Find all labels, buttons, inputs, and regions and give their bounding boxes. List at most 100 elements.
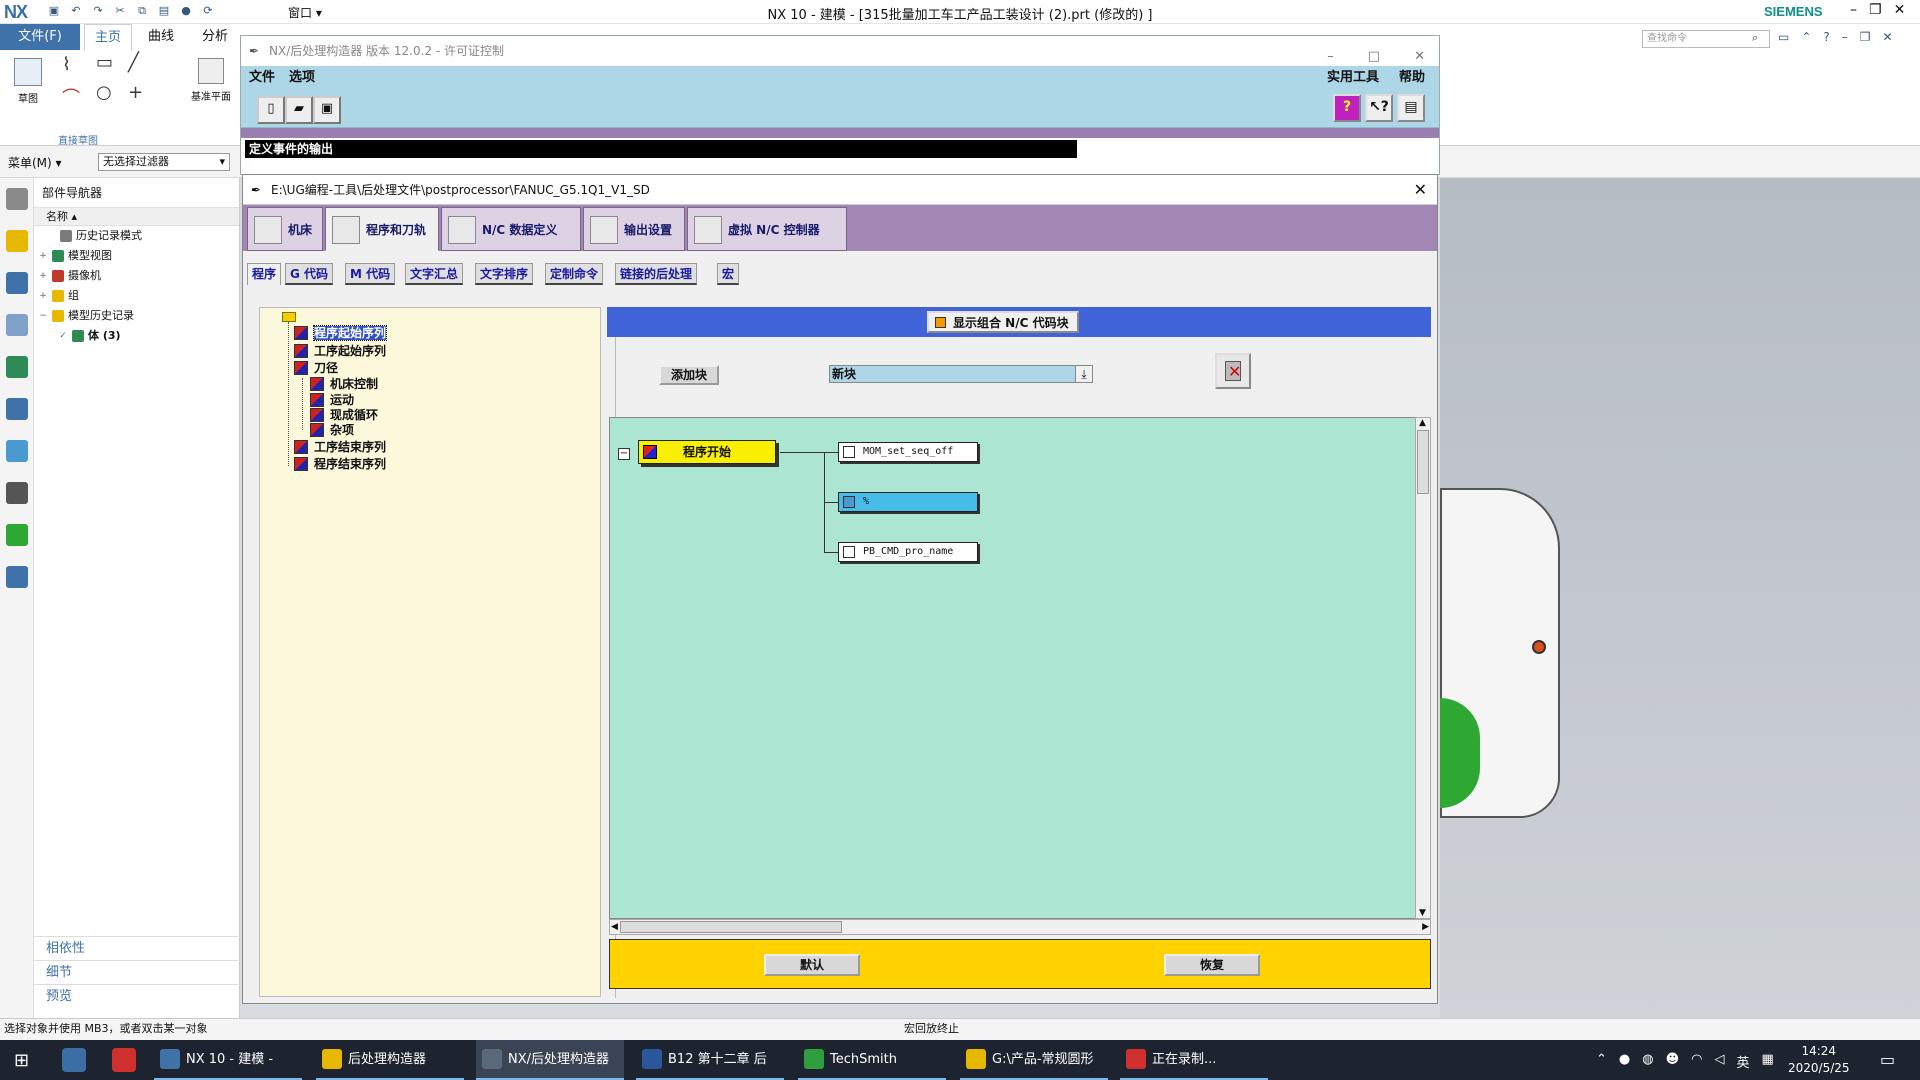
reuse-library-icon[interactable] bbox=[5, 356, 28, 378]
graphics-window[interactable] bbox=[1440, 178, 1920, 1018]
user-icon[interactable]: ☻ bbox=[1666, 1052, 1680, 1071]
circle-icon[interactable]: ○ bbox=[96, 82, 112, 103]
subtab-m-code[interactable]: M 代码 bbox=[345, 263, 396, 285]
taskbar-app-nx[interactable]: NX 10 - 建模 - [3... bbox=[154, 1040, 302, 1080]
undo-icon[interactable]: ↶ bbox=[68, 3, 84, 19]
copy-icon[interactable]: ⧉ bbox=[134, 3, 150, 19]
profile-icon[interactable]: ⌇ bbox=[62, 54, 71, 75]
folder-icon[interactable] bbox=[282, 312, 296, 322]
subtab-word-sequencing[interactable]: 文字排序 bbox=[475, 263, 534, 285]
sequence-canvas[interactable]: − 程序开始 MOM_set_seq_off % PB_CMD_pro_name bbox=[609, 417, 1417, 919]
scroll-left-icon[interactable]: ◀ bbox=[611, 922, 618, 932]
tab-analysis[interactable]: 分析 bbox=[192, 24, 238, 50]
nav-item-model-history[interactable]: − 模型历史记录 bbox=[34, 306, 239, 326]
tab-virtual-nc-controller[interactable]: 虚拟 N/C 控制器 bbox=[687, 207, 847, 251]
close-icon[interactable]: ✕ bbox=[1883, 30, 1893, 44]
tree-node-operation-end-sequence[interactable]: 工序结束序列 bbox=[294, 438, 386, 456]
help-icon[interactable]: ? bbox=[1823, 30, 1829, 44]
program-start-event[interactable]: 程序开始 bbox=[638, 440, 776, 464]
taskbar-app-recording[interactable]: 正在录制... bbox=[1120, 1040, 1268, 1080]
pinned-app-icon[interactable] bbox=[112, 1048, 136, 1072]
point-icon[interactable]: + bbox=[128, 82, 143, 103]
scroll-thumb[interactable] bbox=[1417, 430, 1429, 494]
preview-panel[interactable]: 预览 bbox=[34, 984, 240, 1008]
taskbar-app-postbuilder[interactable]: 后处理构造器 bbox=[316, 1040, 464, 1080]
file-tab[interactable]: 文件(F) bbox=[0, 24, 80, 50]
add-block-button[interactable]: 添加块 bbox=[659, 365, 720, 385]
web-browser-icon[interactable] bbox=[5, 398, 28, 420]
scroll-right-icon[interactable]: ▶ bbox=[1422, 922, 1429, 932]
minimize-icon[interactable]: – bbox=[1842, 30, 1848, 44]
nav-item-groups[interactable]: + 组 bbox=[34, 286, 239, 306]
block-mom-set-seq-off[interactable]: MOM_set_seq_off bbox=[838, 442, 978, 462]
tab-curve[interactable]: 曲线 bbox=[138, 24, 184, 50]
block-pb-cmd-pro-name[interactable]: PB_CMD_pro_name bbox=[838, 542, 978, 562]
network-icon[interactable]: ◍ bbox=[1642, 1052, 1653, 1071]
horizontal-scrollbar[interactable]: ◀ ▶ bbox=[609, 919, 1431, 935]
taskbar-app-explorer[interactable]: G:\产品-常规圆形 bbox=[960, 1040, 1108, 1080]
taskbar-app-nx-postbuilder[interactable]: NX/后处理构造器 ... bbox=[476, 1040, 624, 1080]
model-hole[interactable] bbox=[1532, 640, 1546, 654]
pinned-app-icon[interactable] bbox=[62, 1048, 86, 1072]
windows-start-icon[interactable]: ⊞ bbox=[14, 1050, 29, 1071]
context-help-icon[interactable]: ↖? bbox=[1365, 94, 1393, 122]
restore-button[interactable]: 恢复 bbox=[1164, 954, 1260, 976]
new-file-icon[interactable]: ▯ bbox=[257, 96, 285, 124]
sketch-button[interactable]: 草图 bbox=[10, 58, 46, 105]
display-icon[interactable]: ● bbox=[178, 3, 194, 19]
manual-book-icon[interactable]: ▤ bbox=[1397, 94, 1425, 122]
scroll-up-icon[interactable]: ▲ bbox=[1419, 418, 1426, 428]
command-search-input[interactable]: 查找命令 bbox=[1642, 30, 1770, 48]
clock[interactable]: 14:24 2020/5/25 bbox=[1788, 1043, 1850, 1077]
save-icon[interactable]: ▣ bbox=[313, 96, 341, 124]
scroll-down-icon[interactable]: ▼ bbox=[1419, 908, 1426, 918]
subtab-linked-posts[interactable]: 链接的后处理 bbox=[615, 263, 698, 285]
chevron-up-icon[interactable]: ⌃ bbox=[1596, 1052, 1607, 1071]
scroll-thumb[interactable] bbox=[620, 921, 842, 933]
tree-node-misc[interactable]: 杂项 bbox=[310, 421, 354, 439]
history-icon[interactable] bbox=[5, 440, 28, 462]
microphone-icon[interactable]: ● bbox=[1619, 1052, 1630, 1071]
menu-button[interactable]: 菜单(M) ▾ bbox=[8, 154, 62, 171]
tree-node-program-start-sequence[interactable]: 程序起始序列 bbox=[294, 324, 388, 342]
process-studio-icon[interactable] bbox=[5, 524, 28, 546]
roles-icon[interactable] bbox=[5, 566, 28, 588]
tab-machine-tool[interactable]: 机床 bbox=[247, 207, 323, 251]
balloon-help-icon[interactable]: ? bbox=[1333, 94, 1361, 122]
tab-program-toolpath[interactable]: 程序和刀轨 bbox=[325, 207, 439, 251]
vertical-scrollbar[interactable]: ▲ ▼ bbox=[1415, 417, 1431, 919]
taskbar-app-camtasia[interactable]: TechSmith Camta... bbox=[798, 1040, 946, 1080]
tab-output-settings[interactable]: 输出设置 bbox=[583, 207, 685, 251]
redo-icon[interactable]: ↷ bbox=[90, 3, 106, 19]
delete-block-button[interactable]: ✕ bbox=[1215, 353, 1251, 389]
default-button[interactable]: 默认 bbox=[764, 954, 860, 976]
line-icon[interactable]: ╱ bbox=[128, 52, 139, 73]
collapse-icon[interactable]: − bbox=[618, 448, 630, 460]
menu-options[interactable]: 选项 bbox=[289, 66, 315, 90]
repeat-icon[interactable]: ⟳ bbox=[200, 3, 216, 19]
search-icon[interactable]: ⌕ bbox=[1752, 31, 1758, 45]
part-navigator-icon[interactable] bbox=[5, 314, 28, 336]
tree-node-program-end-sequence[interactable]: 程序结束序列 bbox=[294, 455, 386, 473]
assembly-navigator-icon[interactable] bbox=[5, 230, 28, 252]
new-block-select[interactable]: 新块 bbox=[829, 365, 1093, 383]
window-icon[interactable]: ▭ bbox=[1778, 30, 1789, 44]
show-combined-nc-blocks-checkbox[interactable]: 显示组合 N/C 代码块 bbox=[927, 311, 1079, 333]
collapse-ribbon-icon[interactable]: ⌃ bbox=[1801, 30, 1811, 44]
taskbar-app-word[interactable]: B12 第十二章 后处... bbox=[636, 1040, 784, 1080]
subtab-g-code[interactable]: G 代码 bbox=[285, 263, 334, 285]
save-icon[interactable]: ▣ bbox=[46, 3, 62, 19]
nav-item-history-mode[interactable]: 历史记录模式 bbox=[34, 226, 239, 246]
dependencies-panel[interactable]: 相依性 bbox=[34, 936, 240, 960]
tab-nc-data-definition[interactable]: N/C 数据定义 bbox=[441, 207, 581, 251]
tab-home[interactable]: 主页 bbox=[84, 24, 133, 50]
nav-item-cameras[interactable]: + 摄像机 bbox=[34, 266, 239, 286]
wifi-icon[interactable]: ◠ bbox=[1691, 1052, 1702, 1071]
subtab-custom-command[interactable]: 定制命令 bbox=[545, 263, 604, 285]
ime-indicator[interactable]: 英 bbox=[1737, 1052, 1750, 1071]
cut-icon[interactable]: ✂ bbox=[112, 3, 128, 19]
notification-icon[interactable]: ▭ bbox=[1880, 1050, 1895, 1069]
block-percent[interactable]: % bbox=[838, 492, 978, 512]
tree-node-operation-start-sequence[interactable]: 工序起始序列 bbox=[294, 342, 386, 360]
name-column-header[interactable]: 名称 ▴ bbox=[34, 208, 239, 226]
